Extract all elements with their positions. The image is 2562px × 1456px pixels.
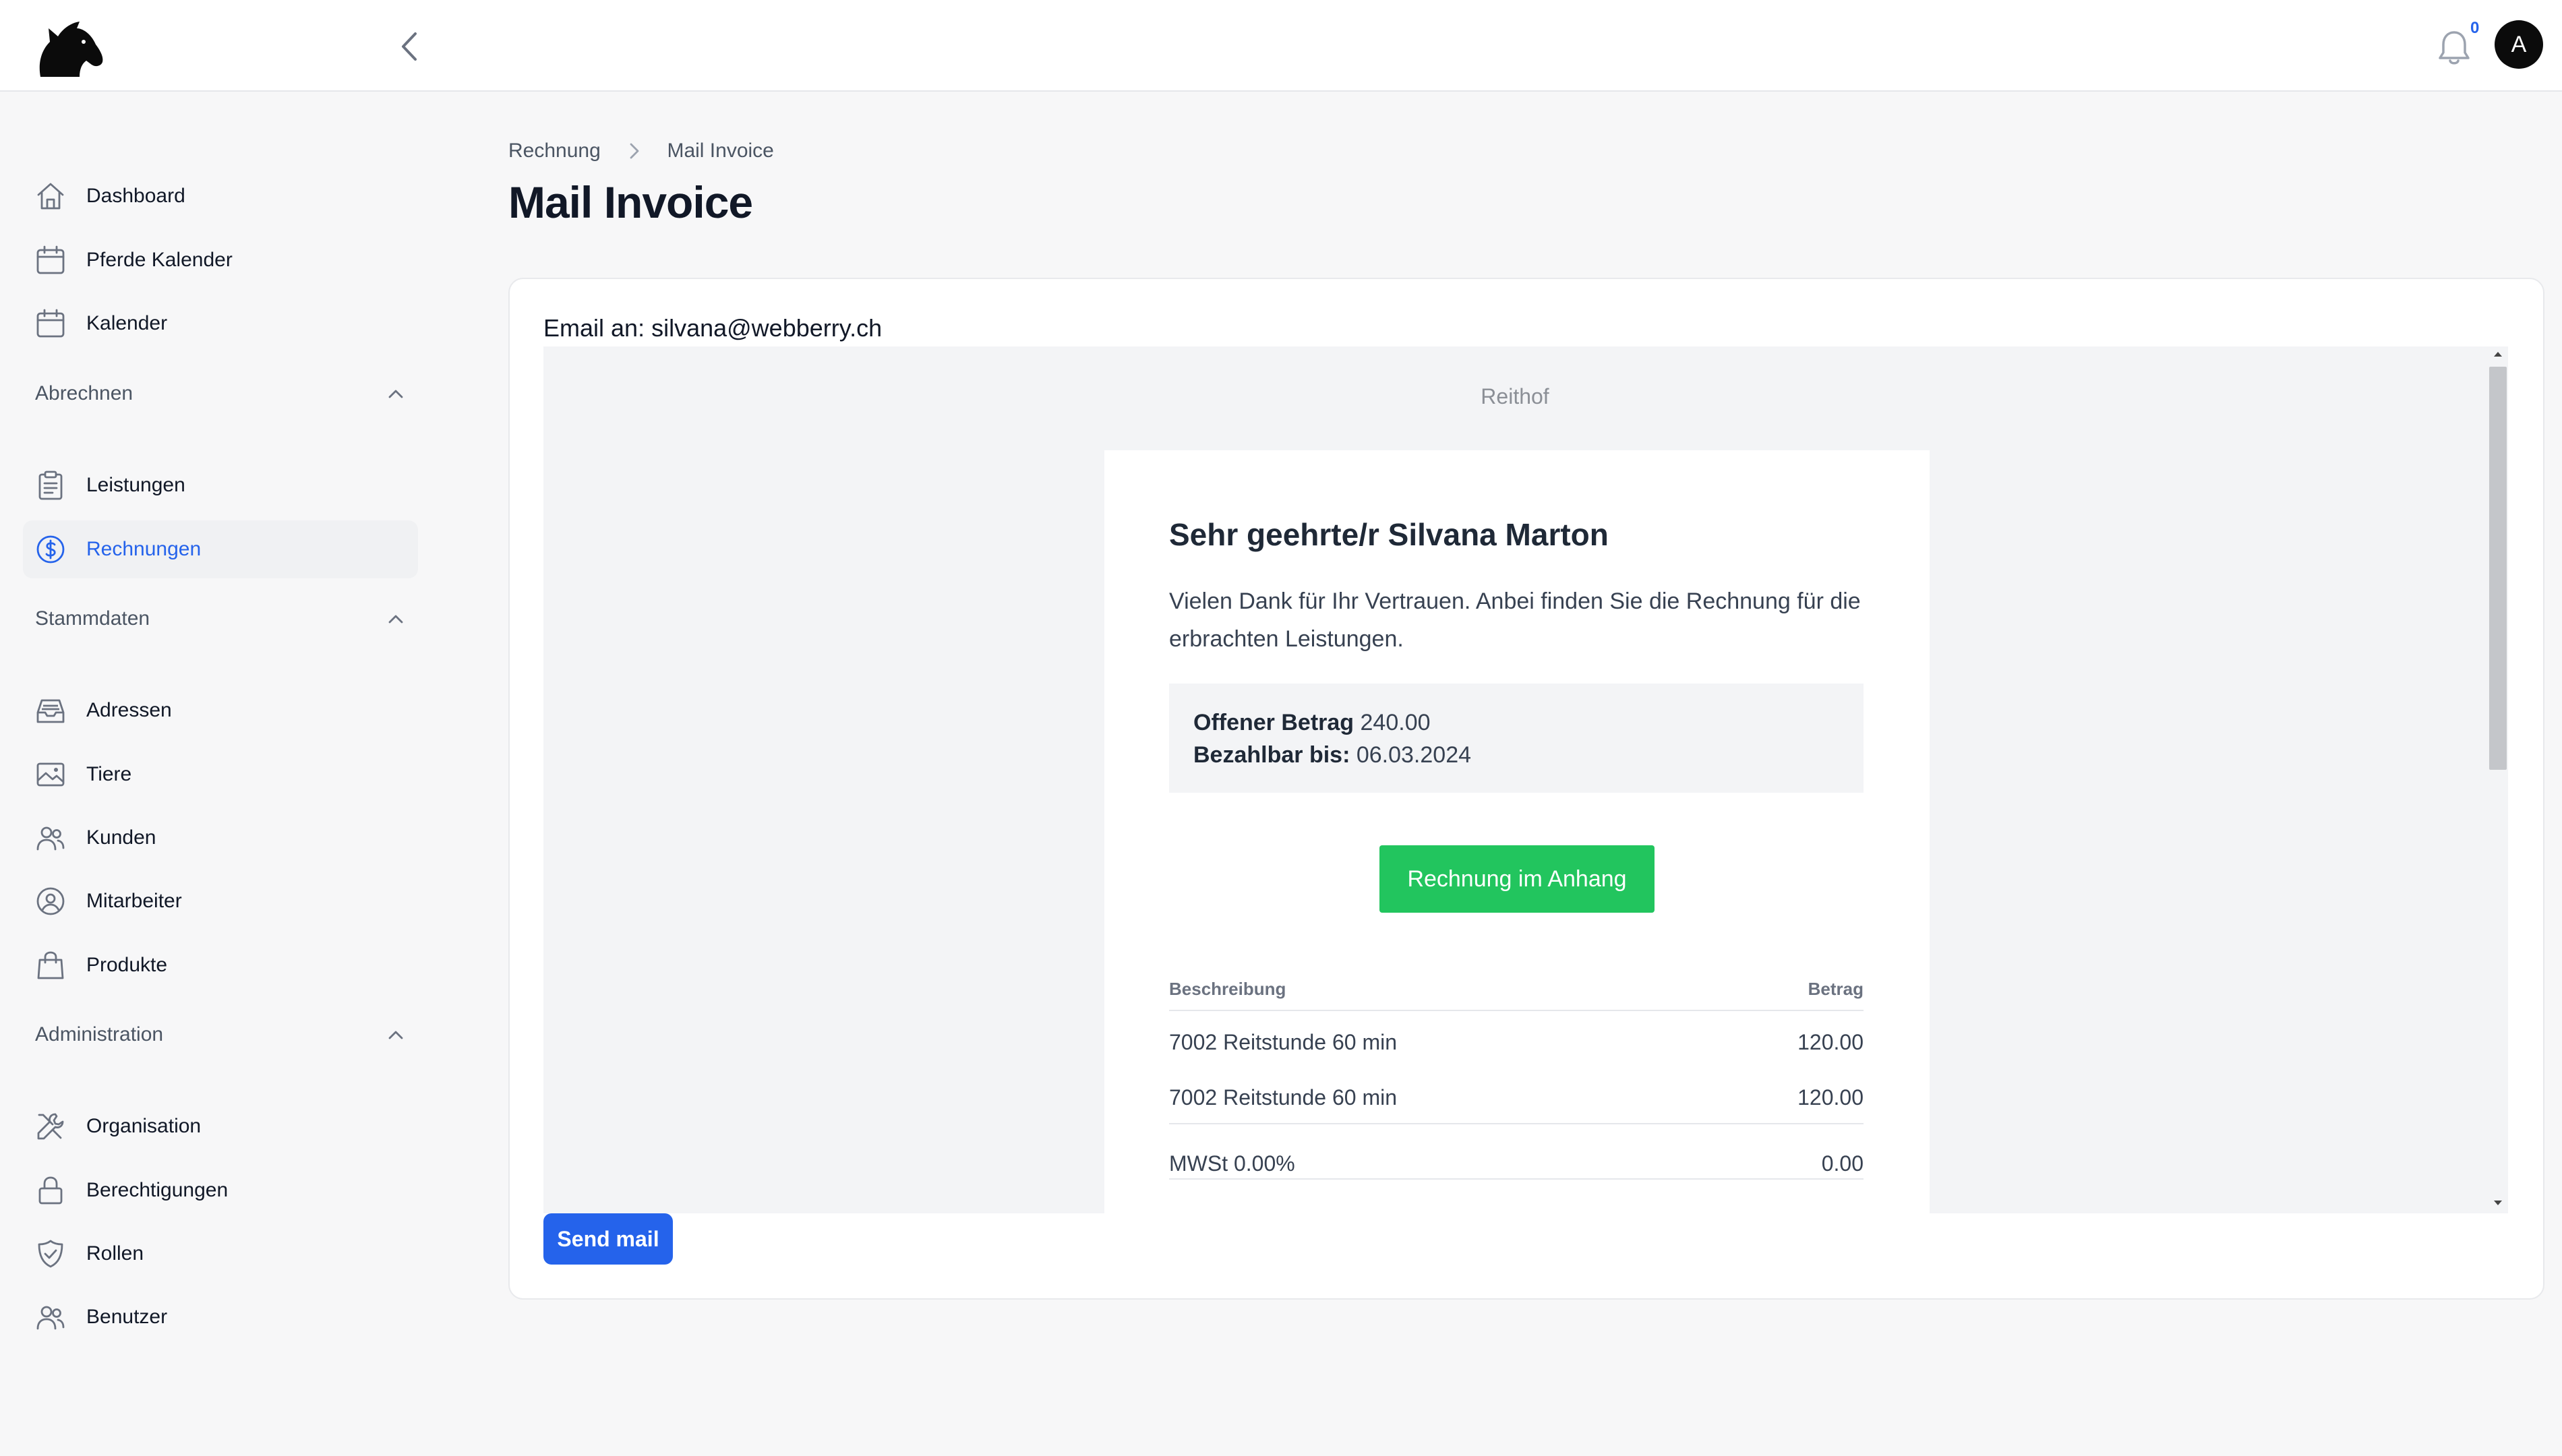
chevron-up-icon [388, 615, 403, 624]
email-preview[interactable]: Reithof Sehr geehrte/r Silvana Marton Vi… [543, 346, 2508, 1213]
send-mail-button[interactable]: Send mail [543, 1213, 673, 1265]
sidebar-item-label: Pferde Kalender [86, 249, 233, 271]
table-row: 7002 Reitstunde 60 min 120.00 [1169, 1030, 1864, 1055]
breadcrumb-link-rechnung[interactable]: Rechnung [508, 140, 601, 162]
tax-amount: 0.00 [1821, 1151, 1864, 1176]
open-amount-value: 240.00 [1360, 710, 1431, 735]
breadcrumb-current: Mail Invoice [667, 140, 774, 162]
shopping-bag-icon [37, 951, 64, 979]
sidebar-item-label: Dashboard [86, 185, 185, 207]
sidebar: Dashboard Pferde Kalender Kalender Abrec… [0, 92, 445, 1456]
sidebar-item-label: Kunden [86, 826, 156, 849]
section-toggle-abrechnen[interactable]: Abrechnen [35, 373, 405, 414]
sidebar-item-label: Berechtigungen [86, 1179, 229, 1201]
sidebar-item-label: Benutzer [86, 1306, 168, 1328]
sidebar-item-produkte[interactable]: Produkte [23, 936, 418, 994]
email-body: Sehr geehrte/r Silvana Marton Vielen Dan… [1104, 450, 1930, 1213]
section-title: Stammdaten [35, 607, 150, 630]
section-toggle-stammdaten[interactable]: Stammdaten [35, 599, 405, 639]
email-greeting: Sehr geehrte/r Silvana Marton [1169, 517, 1609, 552]
calendar-icon [36, 245, 65, 274]
row-amount: 120.00 [1797, 1030, 1864, 1054]
row-amount: 120.00 [1797, 1085, 1864, 1110]
email-to-label: Email an: [543, 314, 645, 342]
image-icon [36, 762, 65, 787]
email-intro: Vielen Dank für Ihr Vertrauen. Anbei fin… [1169, 588, 1861, 652]
sidebar-item-label: Leistungen [86, 474, 185, 496]
clipboard-icon [38, 471, 63, 500]
sidebar-item-pferde-kalender[interactable]: Pferde Kalender [23, 231, 418, 289]
section-title: Administration [35, 1023, 164, 1045]
sidebar-item-tiere[interactable]: Tiere [23, 746, 418, 803]
sidebar-item-organisation[interactable]: Organisation [23, 1097, 418, 1155]
calendar-icon [36, 309, 65, 338]
chevron-up-icon [388, 1031, 403, 1039]
sidebar-item-label: Rechnungen [86, 538, 202, 560]
section-title: Abrechnen [35, 382, 133, 404]
divider [1169, 1123, 1864, 1124]
breadcrumb: Rechnung Mail Invoice [508, 139, 774, 162]
sidebar-item-benutzer[interactable]: Benutzer [23, 1288, 418, 1346]
email-to-address: silvana@webberry.ch [651, 314, 883, 342]
scroll-down-arrow-icon[interactable] [2492, 1199, 2504, 1208]
row-description: 7002 Reitstunde 60 min [1169, 1030, 1397, 1054]
sidebar-item-label: Adressen [86, 699, 172, 721]
open-amount-label: Offener Betrag [1193, 710, 1354, 735]
shield-check-icon [38, 1240, 63, 1268]
user-circle-icon [36, 887, 65, 915]
divider [1169, 1010, 1864, 1011]
scrollbar-thumb[interactable] [2489, 367, 2507, 770]
section-toggle-administration[interactable]: Administration [35, 1014, 405, 1055]
table-row: 7002 Reitstunde 60 min 120.00 [1169, 1085, 1864, 1110]
sidebar-item-label: Tiere [86, 763, 132, 785]
tax-label: MWSt 0.00% [1169, 1151, 1295, 1176]
lock-icon [38, 1176, 63, 1205]
chevron-left-icon[interactable] [396, 30, 423, 63]
wrench-screwdriver-icon [37, 1113, 64, 1140]
email-recipient: Email an: silvana@webberry.ch [543, 314, 882, 342]
amount-summary: Offener Betrag 240.00 Bezahlbar bis: 06.… [1169, 684, 1864, 793]
column-header-description: Beschreibung [1169, 979, 1286, 999]
sidebar-item-label: Produkte [86, 954, 168, 976]
sidebar-item-berechtigungen[interactable]: Berechtigungen [23, 1161, 418, 1219]
email-brand-name: Reithof [1481, 384, 1549, 408]
home-icon [37, 183, 64, 210]
sidebar-item-leistungen[interactable]: Leistungen [23, 456, 418, 514]
invoice-attachment-button[interactable]: Rechnung im Anhang [1379, 845, 1655, 913]
tax-row: MWSt 0.00% 0.00 [1169, 1151, 1864, 1176]
dollar-circle-icon [36, 535, 65, 564]
users-icon [36, 1306, 65, 1330]
top-bar: 0 A [0, 0, 2562, 92]
scroll-up-arrow-icon[interactable] [2492, 349, 2504, 359]
row-description: 7002 Reitstunde 60 min [1169, 1085, 1397, 1110]
sidebar-item-dashboard[interactable]: Dashboard [23, 167, 418, 225]
sidebar-item-rollen[interactable]: Rollen [23, 1225, 418, 1283]
inbox-icon [36, 699, 65, 723]
user-avatar[interactable]: A [2495, 20, 2543, 69]
bell-icon[interactable] [2437, 28, 2472, 66]
notification-count-badge: 0 [2470, 19, 2480, 37]
sidebar-item-kunden[interactable]: Kunden [23, 809, 418, 867]
sidebar-item-adressen[interactable]: Adressen [23, 681, 418, 739]
sidebar-item-rechnungen[interactable]: Rechnungen [23, 520, 418, 578]
sidebar-item-label: Mitarbeiter [86, 890, 182, 912]
due-date-value: 06.03.2024 [1356, 742, 1472, 768]
chevron-right-icon [630, 143, 639, 159]
sidebar-item-label: Organisation [86, 1115, 202, 1137]
users-icon [36, 826, 65, 851]
due-date-label: Bezahlbar bis: [1193, 742, 1350, 768]
sidebar-item-kalender[interactable]: Kalender [23, 295, 418, 353]
divider [1169, 1178, 1864, 1180]
chevron-up-icon [388, 390, 403, 398]
column-header-amount: Betrag [1808, 979, 1864, 999]
horse-head-logo-icon[interactable] [35, 20, 105, 78]
sidebar-item-label: Kalender [86, 312, 168, 334]
page-title: Mail Invoice [508, 177, 753, 227]
sidebar-item-label: Rollen [86, 1242, 144, 1265]
sidebar-item-mitarbeiter[interactable]: Mitarbeiter [23, 872, 418, 930]
